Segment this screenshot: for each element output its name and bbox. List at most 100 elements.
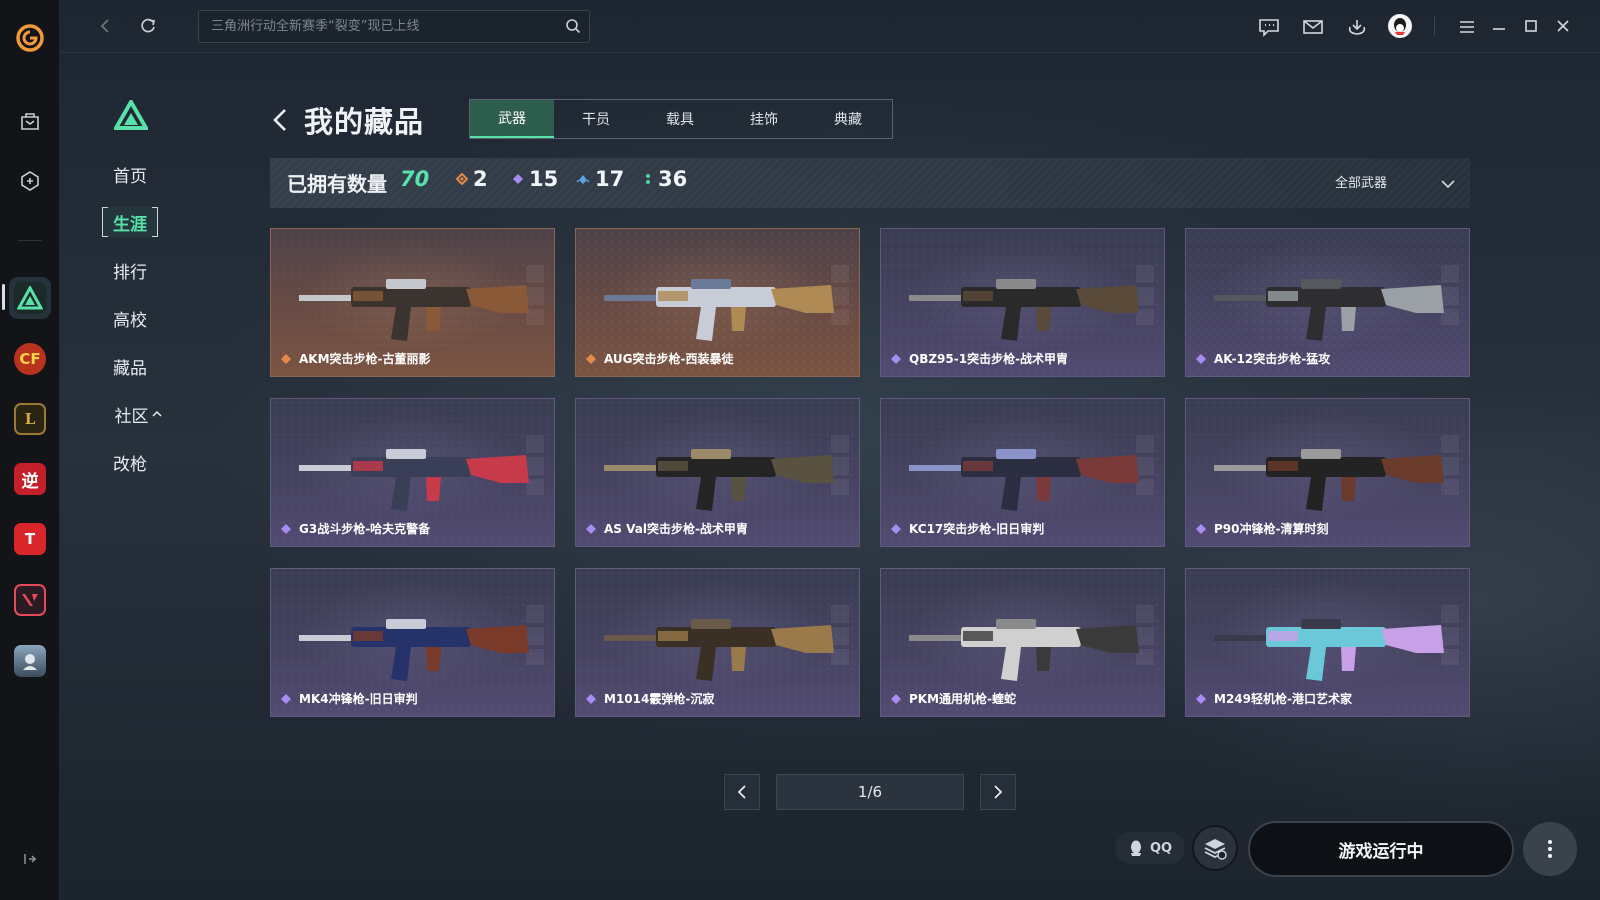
tab-collectibles[interactable]: 典藏: [806, 100, 890, 138]
qq-penguin-icon: [1130, 840, 1141, 856]
nav-item-community[interactable]: 社区: [108, 399, 168, 429]
window-controls-divider: [1434, 16, 1435, 36]
chevron-right-icon: [994, 785, 1003, 799]
nav-item-label: 改枪: [113, 454, 147, 475]
collection-card[interactable]: AKM突击步枪-古董丽影: [270, 228, 555, 377]
weapon-image-icon: [1214, 279, 1444, 341]
tab-charms[interactable]: 挂饰: [722, 100, 806, 138]
nav-item-home[interactable]: 首页: [102, 159, 158, 189]
back-nav-icon[interactable]: [90, 11, 120, 41]
collection-card[interactable]: M1014霰弹枪-沉寂: [575, 568, 860, 717]
rarity-count-blue: 17: [576, 167, 624, 191]
wegame-logo-icon[interactable]: [9, 17, 51, 59]
page-back-icon[interactable]: [272, 105, 292, 135]
weapon-image-icon: [299, 279, 529, 341]
more-options-button[interactable]: [1523, 822, 1577, 876]
card-item-name: G3战斗步枪-哈夫克警备: [299, 522, 431, 536]
orange-gem-icon: [586, 354, 596, 364]
tab-weapons[interactable]: 武器: [470, 100, 554, 138]
collection-card[interactable]: P90冲锋枪-清算时刻: [1185, 398, 1470, 547]
nav-item-gun-mod[interactable]: 改枪: [102, 447, 158, 477]
rail-game-valorant[interactable]: [9, 579, 51, 621]
rail-game-pubg[interactable]: [9, 640, 51, 682]
purple-gem-icon: [891, 354, 901, 364]
chat-message-icon[interactable]: [1254, 12, 1284, 42]
chevron-left-icon: [737, 785, 746, 799]
tab-operators[interactable]: 干员: [554, 100, 638, 138]
delta-force-icon: [14, 282, 46, 314]
crossfire-icon: CF: [14, 343, 46, 375]
store-bag-icon[interactable]: [9, 100, 51, 142]
search-icon[interactable]: [565, 18, 581, 38]
weapon-image-icon: [1214, 619, 1444, 681]
collection-card[interactable]: AS Val突击步枪-战术甲胄: [575, 398, 860, 547]
next-page-button[interactable]: [980, 774, 1016, 810]
game-running-button[interactable]: 游戏运行中: [1248, 821, 1514, 877]
tab-vehicles[interactable]: 载具: [638, 100, 722, 138]
card-item-name: P90冲锋枪-清算时刻: [1214, 522, 1329, 536]
menu-icon[interactable]: [1452, 12, 1482, 42]
pubg-icon: [14, 645, 46, 677]
mail-icon[interactable]: [1298, 12, 1328, 42]
weapon-image-icon: [299, 449, 529, 511]
nav-item-label: 高校: [113, 310, 147, 331]
collection-card[interactable]: AK-12突击步枪-猛攻: [1185, 228, 1470, 377]
page-header: 我的藏品: [272, 98, 424, 142]
search-input[interactable]: [199, 11, 549, 42]
chevron-up-icon: [151, 410, 162, 417]
rail-game-delta-force[interactable]: [9, 277, 51, 319]
purple-gem-icon: [891, 524, 901, 534]
blue-gem-icon: [576, 175, 590, 184]
rarity-count: 36: [658, 167, 688, 191]
more-vertical-icon: [1548, 840, 1552, 858]
category-tabs: 武器 干员 载具 挂饰 典藏: [469, 99, 893, 139]
chevron-down-icon[interactable]: [1440, 174, 1456, 193]
app-rail: CF L 逆 T: [0, 0, 60, 900]
rail-game-crossfire[interactable]: CF: [9, 338, 51, 380]
collection-card[interactable]: KC17突击步枪-旧日审判: [880, 398, 1165, 547]
owned-count-value: 70: [400, 167, 430, 191]
user-avatar[interactable]: [1385, 11, 1415, 41]
prev-page-button[interactable]: [724, 774, 760, 810]
rarity-count-purple: 15: [512, 167, 558, 191]
rail-divider: [18, 240, 42, 241]
collection-card[interactable]: PKM通用机枪-蝰蛇: [880, 568, 1165, 717]
valorant-icon: [14, 584, 46, 616]
rail-game-ni-shui-han[interactable]: 逆: [9, 458, 51, 500]
nav-item-collection[interactable]: 藏品: [102, 351, 158, 381]
accelerator-button[interactable]: [1192, 825, 1238, 871]
close-icon[interactable]: [1548, 11, 1578, 41]
maximize-icon[interactable]: [1516, 11, 1546, 41]
download-icon[interactable]: [1342, 12, 1372, 42]
collection-card[interactable]: M249轻机枪-港口艺术家: [1185, 568, 1470, 717]
nav-item-label: 排行: [113, 262, 147, 283]
purple-gem-icon: [891, 694, 901, 704]
page-title: 我的藏品: [304, 105, 425, 139]
rail-game-tianya[interactable]: T: [9, 518, 51, 560]
card-item-name: AKM突击步枪-古董丽影: [299, 352, 431, 366]
owned-count-label: 已拥有数量: [287, 172, 387, 196]
rail-game-league-of-legends[interactable]: L: [9, 398, 51, 440]
orange-gem-icon: [456, 173, 468, 185]
purple-gem-icon: [586, 694, 596, 704]
page-indicator: 1/6: [776, 774, 964, 810]
purple-gem-icon: [1196, 354, 1206, 364]
collection-card[interactable]: MK4冲锋枪-旧日审判: [270, 568, 555, 717]
green-gem-icon: [646, 174, 650, 184]
nav-item-career[interactable]: 生涯: [102, 207, 158, 237]
nav-item-college[interactable]: 高校: [102, 303, 158, 333]
rail-active-indicator: [2, 284, 5, 310]
collapse-rail-icon[interactable]: [15, 844, 45, 874]
purple-gem-icon: [1196, 524, 1206, 534]
card-item-name: M1014霰弹枪-沉寂: [604, 692, 715, 706]
purple-gem-icon: [281, 524, 291, 534]
collection-card[interactable]: G3战斗步枪-哈夫克警备: [270, 398, 555, 547]
collection-card[interactable]: AUG突击步枪-西装暴徒: [575, 228, 860, 377]
qq-login-button[interactable]: QQ: [1115, 832, 1185, 864]
minimize-icon[interactable]: [1484, 12, 1514, 42]
game-library-icon[interactable]: [9, 160, 51, 202]
nav-item-ranking[interactable]: 排行: [102, 255, 158, 285]
collection-card[interactable]: QBZ95-1突击步枪-战术甲胄: [880, 228, 1165, 377]
refresh-icon[interactable]: [133, 11, 163, 41]
purple-gem-icon: [586, 524, 596, 534]
